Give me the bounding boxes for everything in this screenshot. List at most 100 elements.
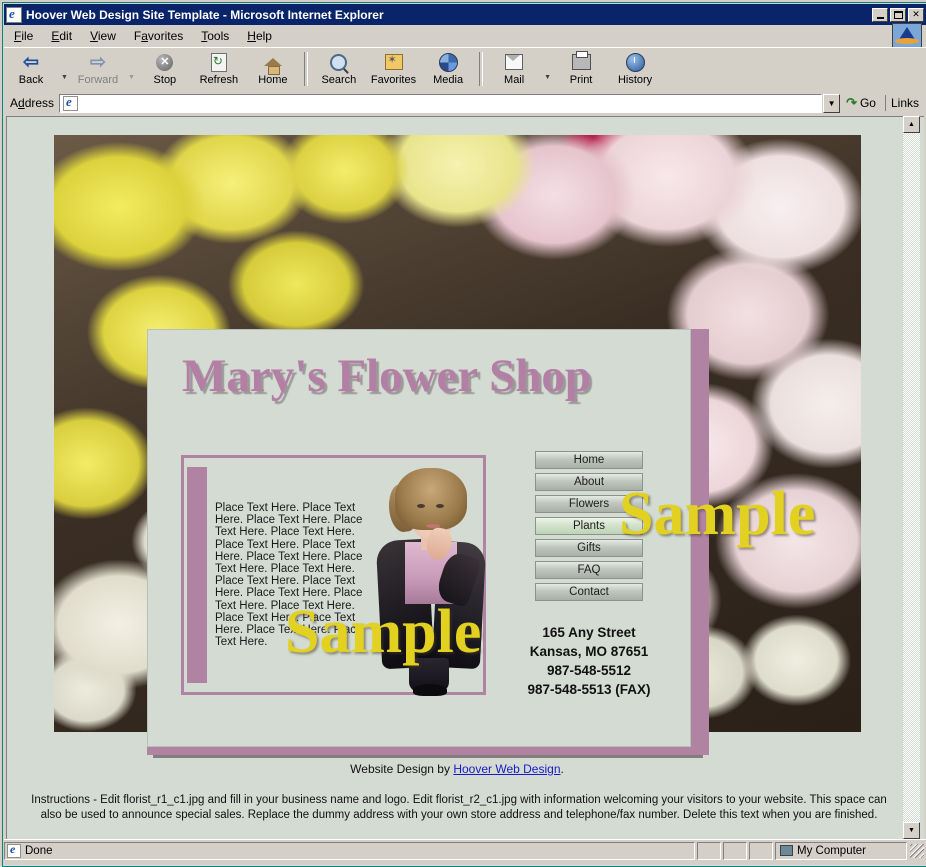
refresh-icon	[210, 51, 227, 73]
security-zone-pane[interactable]: My Computer	[775, 841, 907, 860]
mail-dropdown-caret-icon[interactable]: ▼	[541, 74, 554, 81]
menu-item-view[interactable]: View	[82, 27, 124, 45]
nav-button-gifts[interactable]: Gifts	[535, 539, 643, 557]
home-icon	[263, 51, 282, 75]
toolbar-label-mail: Mail	[504, 74, 525, 86]
go-button[interactable]: ↷ Go	[840, 95, 883, 111]
nav-label-gifts: Gifts	[577, 542, 601, 554]
menu-item-help[interactable]: Help	[239, 27, 280, 45]
toolbar-separator	[303, 52, 308, 86]
toolbar-label-favorites: Favorites	[370, 74, 417, 86]
shoe	[413, 684, 447, 696]
browser-toolbar: ⇦ Back ▼ ⇨ Forward ▼ ✕ Stop Refresh Home…	[4, 47, 926, 92]
nav-button-plants[interactable]: Plants	[535, 517, 643, 535]
toolbar-button-history[interactable]: History	[608, 50, 662, 86]
browser-window: Hoover Web Design Site Template - Micros…	[0, 0, 926, 867]
toolbar-button-back[interactable]: ⇦ Back	[4, 50, 58, 87]
toolbar-separator-2	[479, 52, 484, 86]
mail-icon	[505, 51, 524, 73]
nav-label-about: About	[573, 476, 605, 488]
scrollbar-track[interactable]	[903, 133, 920, 822]
menu-item-file[interactable]: File	[6, 27, 41, 45]
close-icon: ✕	[912, 9, 920, 19]
toolbar-label-forward: Forward	[77, 74, 119, 86]
status-pane-1	[697, 841, 721, 860]
links-button[interactable]: Links	[884, 95, 926, 111]
toolbar-button-mail[interactable]: Mail	[487, 50, 541, 86]
address-field[interactable]	[59, 93, 823, 113]
status-message-pane: Done	[4, 841, 695, 860]
minimize-button[interactable]	[872, 7, 888, 22]
credit-prefix: Website Design by	[350, 762, 454, 776]
toolbar-label-print: Print	[569, 74, 593, 86]
toolbar-button-search[interactable]: Search	[312, 50, 366, 86]
status-bar: Done My Computer	[4, 839, 926, 861]
text-box-accent-bar	[187, 467, 207, 683]
nav-button-faq[interactable]: FAQ	[535, 561, 643, 579]
toolbar-label-home: Home	[258, 74, 288, 86]
address-dropdown-button[interactable]: ▼	[823, 93, 841, 113]
status-text: Done	[25, 844, 53, 857]
media-icon	[438, 51, 458, 73]
toolbar-label-search: Search	[321, 74, 357, 86]
back-dropdown-caret-icon[interactable]: ▼	[58, 74, 71, 81]
contact-city-state-zip: Kansas, MO 87651	[529, 644, 649, 659]
printer-icon	[571, 51, 591, 73]
address-label: Address	[10, 96, 55, 110]
close-button[interactable]: ✕	[908, 7, 924, 22]
vertical-scrollbar[interactable]: ▲ ▼	[903, 116, 920, 839]
resize-grip[interactable]	[910, 843, 924, 858]
stop-icon: ✕	[156, 51, 174, 73]
nav-label-faq: FAQ	[577, 564, 601, 576]
menu-item-tools[interactable]: Tools	[193, 27, 237, 45]
window-title: Hoover Web Design Site Template - Micros…	[26, 7, 384, 22]
nav-label-home: Home	[573, 454, 605, 466]
history-icon	[625, 51, 645, 73]
scroll-down-button[interactable]: ▼	[903, 822, 920, 839]
panel-right-mauve-band	[691, 329, 709, 755]
toolbar-button-stop[interactable]: ✕ Stop	[138, 50, 192, 86]
page-viewport: Mary's Flower Shop Place Text Here. Plac…	[6, 116, 924, 839]
search-icon	[330, 51, 348, 73]
chevron-up-icon: ▲	[908, 121, 915, 128]
address-bar: Address ▼ ↷ Go Links	[4, 92, 926, 114]
site-navigation: Home About Flowers Plants Gifts FAQ Cont…	[535, 451, 643, 605]
chevron-down-icon: ▼	[908, 827, 915, 834]
nav-button-contact[interactable]: Contact	[535, 583, 643, 601]
toolbar-button-forward[interactable]: ⇨ Forward	[71, 50, 125, 87]
credit-suffix: .	[560, 762, 564, 776]
status-pane-3	[749, 841, 773, 860]
page-icon	[63, 94, 79, 111]
contact-street: 165 Any Street	[542, 625, 636, 640]
toolbar-button-media[interactable]: Media	[421, 50, 475, 86]
nav-button-about[interactable]: About	[535, 473, 643, 491]
toolbar-button-print[interactable]: Print	[554, 50, 608, 86]
nav-button-home[interactable]: Home	[535, 451, 643, 469]
nav-label-plants: Plants	[573, 520, 605, 532]
nav-label-contact: Contact	[569, 586, 609, 598]
hoover-web-design-link[interactable]: Hoover Web Design	[453, 762, 560, 776]
maximize-button[interactable]	[890, 7, 906, 22]
hair	[395, 468, 467, 530]
ie-logo-icon	[6, 6, 22, 23]
my-computer-icon	[780, 845, 793, 856]
ie-animated-logo-icon	[892, 23, 922, 49]
title-bar[interactable]: Hoover Web Design Site Template - Micros…	[4, 4, 926, 25]
go-label: Go	[859, 96, 876, 110]
toolbar-button-home[interactable]: Home	[246, 50, 300, 86]
menu-item-favorites[interactable]: Favorites	[126, 27, 191, 45]
toolbar-label-media: Media	[433, 74, 464, 86]
nav-label-flowers: Flowers	[568, 498, 610, 510]
menu-item-edit[interactable]: Edit	[43, 27, 80, 45]
address-input[interactable]	[81, 94, 822, 112]
toolbar-button-refresh[interactable]: Refresh	[192, 50, 246, 86]
toolbar-button-favorites[interactable]: Favorites	[366, 50, 421, 86]
nav-button-flowers[interactable]: Flowers	[535, 495, 643, 513]
security-zone-label: My Computer	[797, 844, 867, 857]
page-title: Mary's Flower Shop	[182, 350, 592, 402]
menu-bar: File Edit View Favorites Tools Help	[4, 23, 926, 49]
design-credit: Website Design by Hoover Web Design.	[7, 762, 907, 776]
forward-dropdown-caret-icon[interactable]: ▼	[125, 74, 138, 81]
scroll-up-button[interactable]: ▲	[903, 116, 920, 133]
chevron-down-icon: ▼	[827, 98, 836, 108]
